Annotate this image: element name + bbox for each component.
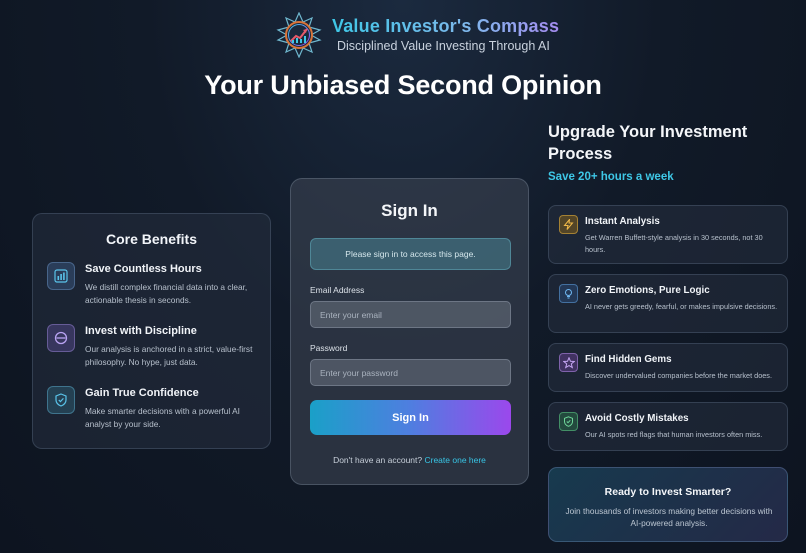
hero-title: Your Unbiased Second Opinion <box>204 70 602 100</box>
create-account-link[interactable]: Create one here <box>424 455 485 465</box>
feature-card: Zero Emotions, Pure Logic AI never gets … <box>548 274 788 333</box>
cta-desc: Join thousands of investors making bette… <box>565 506 773 528</box>
benefit-title: Save Countless Hours <box>85 263 202 275</box>
upgrade-title: Upgrade Your Investment Process <box>548 123 748 163</box>
benefit-desc: Our analysis is anchored in a strict, va… <box>85 344 253 367</box>
feature-card: Instant Analysis Get Warren Buffett-styl… <box>548 205 788 264</box>
compass-chart-icon <box>276 12 322 58</box>
feature-card: Avoid Costly Mistakes Our AI spots red f… <box>548 402 788 451</box>
feature-title: Avoid Costly Mistakes <box>585 413 689 424</box>
email-field[interactable] <box>310 301 511 328</box>
password-field[interactable] <box>310 359 511 386</box>
bar-chart-icon <box>47 262 75 290</box>
password-label: Password <box>310 343 348 353</box>
feature-desc: Discover undervalued companies before th… <box>585 371 772 380</box>
shield-check-icon <box>559 412 578 431</box>
benefit-title: Gain True Confidence <box>85 387 199 399</box>
benefit-title: Invest with Discipline <box>85 325 197 337</box>
brand-tagline: Disciplined Value Investing Through AI <box>337 39 550 53</box>
signup-prompt-line: Don't have an account? Create one here <box>291 455 528 465</box>
lightbulb-icon <box>559 284 578 303</box>
benefit-desc: Make smarter decisions with a powerful A… <box>85 406 240 429</box>
upgrade-subtitle: Save 20+ hours a week <box>548 171 674 183</box>
sign-in-title: Sign In <box>381 201 438 220</box>
core-benefits-title: Core Benefits <box>105 231 198 247</box>
cta-title: Ready to Invest Smarter? <box>604 486 732 498</box>
feature-title: Zero Emotions, Pure Logic <box>585 285 710 296</box>
feature-desc: Our AI spots red flags that human invest… <box>585 430 763 439</box>
brand-title: Value Investor's Compass <box>332 16 560 36</box>
sign-in-card: Sign In Please sign in to access this pa… <box>290 178 529 485</box>
feature-title: Find Hidden Gems <box>585 354 672 365</box>
sign-in-notice: Please sign in to access this page. <box>310 238 511 270</box>
sign-in-button[interactable]: Sign In <box>310 400 511 435</box>
lightning-icon <box>559 215 578 234</box>
feature-desc: AI never gets greedy, fearful, or makes … <box>585 302 778 311</box>
feature-desc: Get Warren Buffett-style analysis in 30 … <box>585 233 763 254</box>
circle-slash-icon <box>47 324 75 352</box>
core-benefits-card: Core Benefits Save Countless Hours We di… <box>32 213 271 449</box>
feature-title: Instant Analysis <box>585 216 660 227</box>
signup-prompt: Don't have an account? <box>333 455 423 465</box>
star-icon <box>559 353 578 372</box>
cta-card: Ready to Invest Smarter? Join thousands … <box>548 467 788 542</box>
feature-card: Find Hidden Gems Discover undervalued co… <box>548 343 788 392</box>
shield-check-icon <box>47 386 75 414</box>
header: Value Investor's Compass Disciplined Val… <box>0 10 806 60</box>
benefit-desc: We distill complex financial data into a… <box>85 282 248 305</box>
email-label: Email Address <box>310 285 365 295</box>
